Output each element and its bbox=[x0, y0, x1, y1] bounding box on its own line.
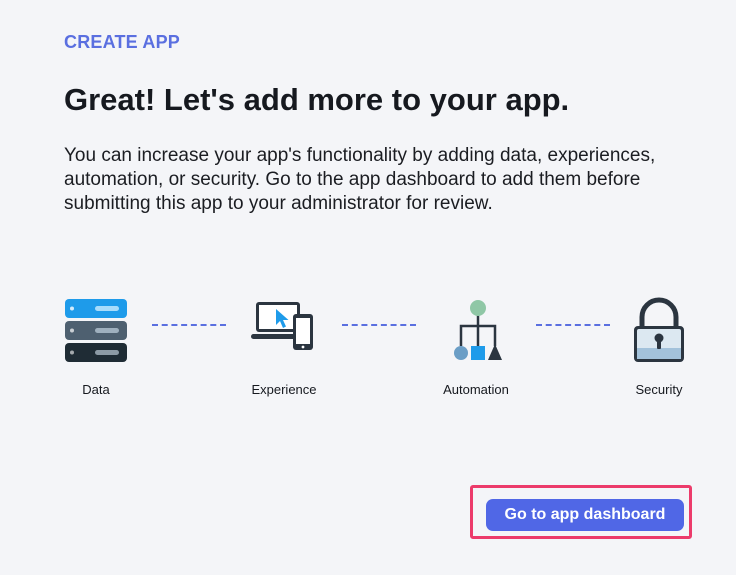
eyebrow-label: CREATE APP bbox=[64, 32, 181, 52]
step-security: Security bbox=[599, 296, 719, 397]
workflow-icon bbox=[454, 300, 502, 360]
step-data: Data bbox=[36, 296, 156, 397]
step-label-security: Security bbox=[635, 382, 683, 397]
go-to-app-dashboard-button[interactable]: Go to app dashboard bbox=[486, 499, 684, 531]
step-connector bbox=[152, 324, 226, 326]
step-label-automation: Automation bbox=[443, 382, 509, 397]
step-label-experience: Experience bbox=[251, 382, 317, 397]
devices-icon bbox=[251, 302, 313, 350]
page-description: You can increase your app's functionalit… bbox=[64, 145, 656, 214]
step-label-data: Data bbox=[82, 382, 110, 397]
step-connector bbox=[342, 324, 416, 326]
step-automation: Automation bbox=[416, 296, 536, 397]
lock-icon bbox=[634, 297, 684, 362]
page-title: Great! Let's add more to your app. bbox=[64, 82, 570, 117]
database-icon bbox=[65, 299, 127, 362]
step-experience: Experience bbox=[224, 296, 344, 397]
